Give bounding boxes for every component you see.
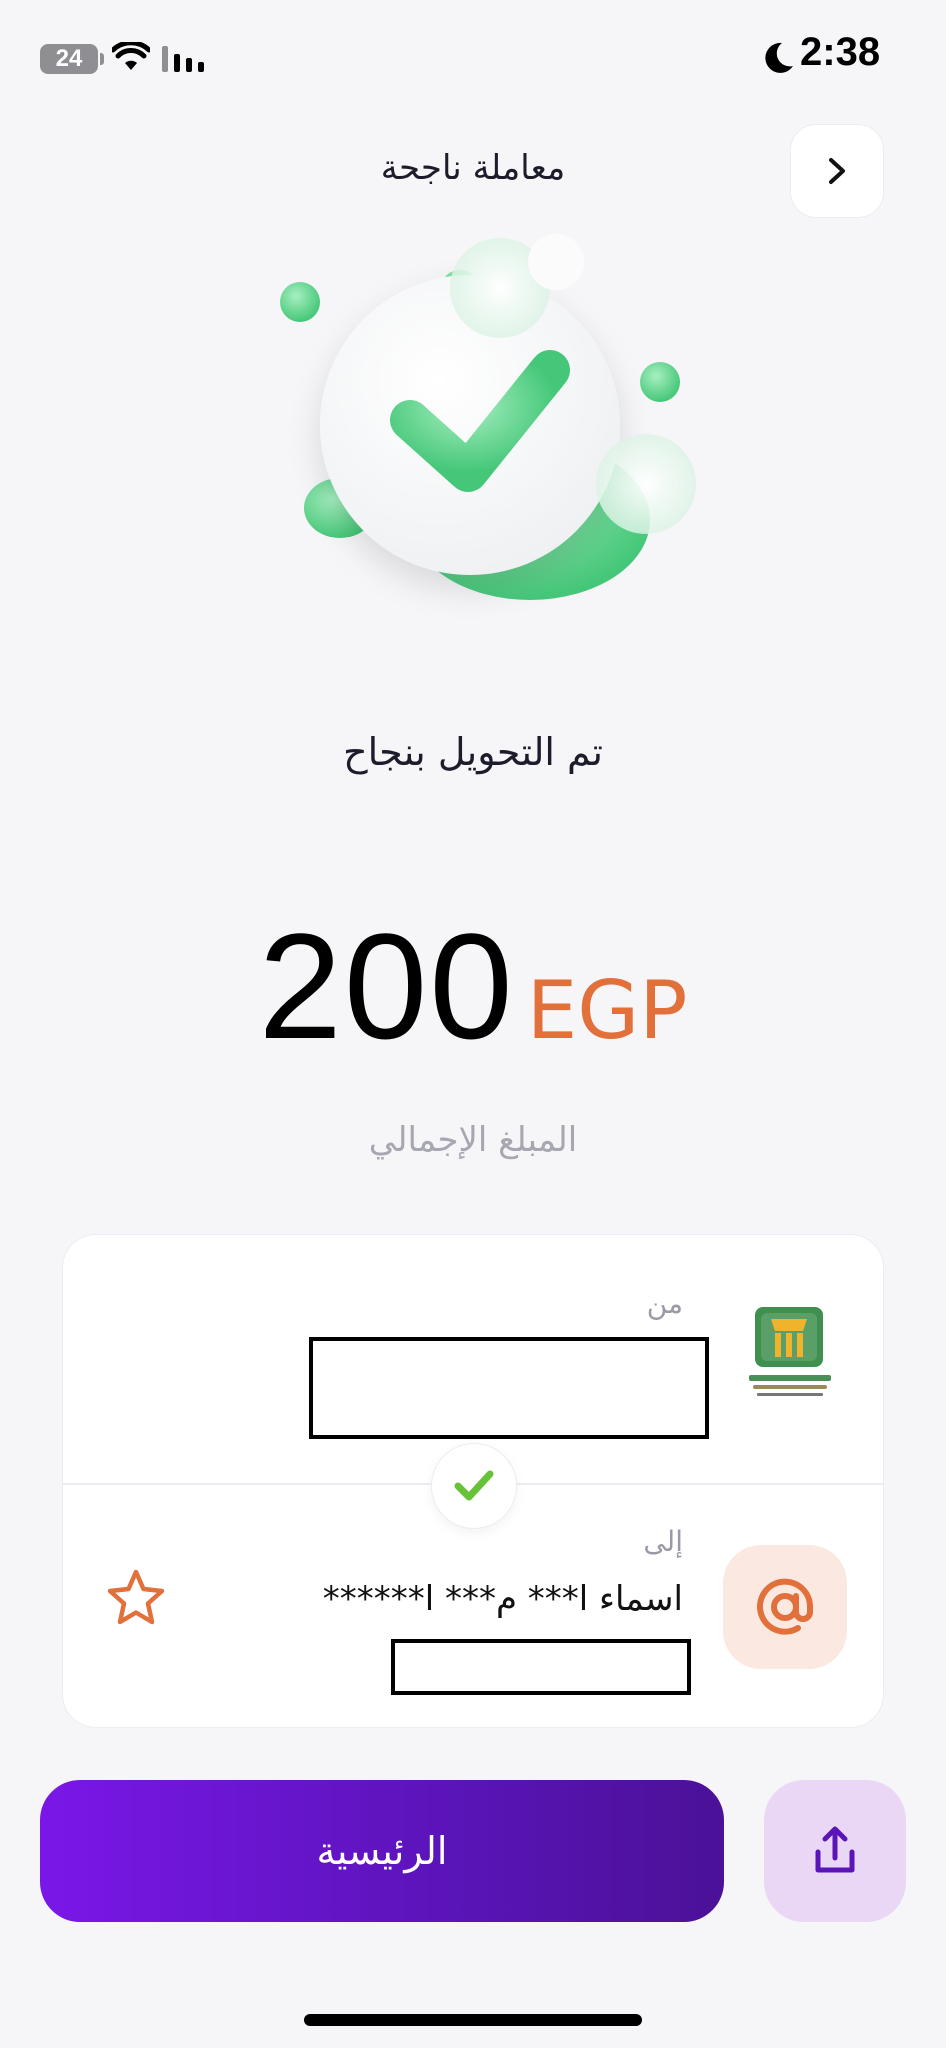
redacted-recipient-info: [391, 1639, 691, 1695]
moon-icon: [765, 42, 793, 73]
clock: 2:38: [800, 30, 881, 74]
success-message: تم التحويل بنجاح: [343, 730, 603, 774]
success-check-illustration: [280, 234, 696, 600]
amount-value: 200: [258, 902, 515, 1070]
transfer-details-card: من إلى اسماء ا*** م*** ا******: [62, 1234, 884, 1728]
signal-icon: [162, 46, 204, 72]
star-outline-icon[interactable]: [105, 1567, 167, 1629]
wifi-icon: [112, 42, 150, 70]
amount-display: 200 EGP: [0, 900, 946, 1073]
recipient-avatar: [723, 1545, 847, 1669]
to-label: إلى: [643, 1525, 683, 1558]
home-indicator[interactable]: [304, 2014, 642, 2026]
checkmark-icon: [454, 1470, 494, 1501]
bank-logo-icon: [749, 1307, 831, 1396]
recipient-name: اسماء ا*** م*** ا******: [322, 1579, 683, 1619]
back-button[interactable]: [790, 124, 884, 218]
divider-check-badge: [431, 1443, 517, 1529]
share-icon: [815, 1826, 855, 1873]
redacted-sender-info: [309, 1337, 709, 1439]
battery-level: 24: [55, 45, 83, 72]
chevron-right-icon: [829, 158, 845, 184]
status-bar: 24 2:38: [0, 0, 946, 110]
at-sign-icon: [757, 1578, 814, 1635]
total-amount-label: المبلغ الإجمالي: [368, 1120, 578, 1160]
battery-icon: 24: [40, 44, 104, 74]
share-button[interactable]: [764, 1780, 906, 1922]
home-button[interactable]: الرئيسية: [40, 1780, 724, 1922]
from-label: من: [646, 1287, 683, 1320]
amount-currency: EGP: [526, 964, 688, 1057]
